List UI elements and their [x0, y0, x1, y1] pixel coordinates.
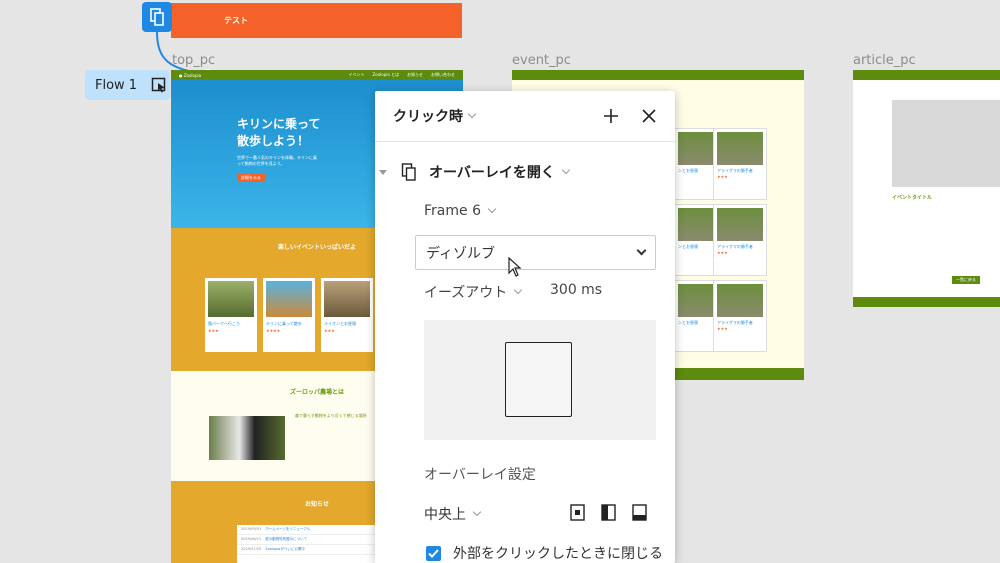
panda-image	[209, 416, 285, 460]
nav-link: お問い合わせ	[431, 72, 455, 77]
chevron-down-icon	[514, 285, 523, 295]
collapse-caret-icon[interactable]	[379, 169, 387, 175]
destination-label: Frame 6	[424, 203, 481, 219]
play-icon[interactable]	[151, 77, 167, 93]
frame-label-top-pc[interactable]: top_pc	[172, 53, 215, 68]
card-stars: ★★★	[324, 328, 335, 333]
duration-input[interactable]: 300 ms	[550, 282, 602, 298]
animation-preview	[424, 320, 656, 440]
event-card: ライオンとお昼寝 ★★★	[321, 278, 373, 352]
position-value: 中央上	[424, 507, 466, 523]
top-nav: ● Zoolopia イベント Zoolopia とは お知らせ お問い合わせ	[171, 70, 463, 80]
preview-frame	[505, 342, 572, 417]
animation-value: ディゾルブ	[426, 245, 496, 262]
test-frame-label: テスト	[224, 16, 248, 25]
interaction-panel: クリック時 オーバーレイを開く Frame 6 ディゾルブ イーズアウト 300…	[375, 91, 675, 563]
trigger-dropdown[interactable]: クリック時	[393, 106, 477, 126]
frame-label-event-pc[interactable]: event_pc	[512, 53, 571, 68]
align-center-icon[interactable]	[569, 504, 586, 521]
event-card: アライグマの勝手者 ★★★	[713, 128, 767, 200]
nav-link: お知らせ	[407, 72, 423, 77]
trigger-label: クリック時	[393, 109, 463, 125]
article-footer	[853, 297, 1000, 307]
hero-title: キリンに乗って 散歩しよう！	[237, 117, 321, 148]
prototype-start-icon[interactable]	[142, 2, 172, 32]
animation-select[interactable]: ディゾルブ	[415, 235, 656, 270]
article-image-placeholder	[892, 100, 1000, 187]
align-left-icon[interactable]	[600, 504, 617, 521]
event-card: 猿バークへ行こう ★★★	[205, 278, 257, 352]
event-card: アライグマの勝手者 ★★★	[713, 204, 767, 276]
chevron-down-icon	[487, 204, 497, 214]
event-card: アライグマの勝手者 ★★★	[713, 280, 767, 352]
action-label: オーバーレイを開く	[429, 165, 555, 181]
panel-header: クリック時	[375, 91, 675, 142]
flow-label: Flow 1	[95, 77, 138, 93]
add-icon[interactable]	[603, 108, 619, 124]
overlay-settings-heading: オーバーレイ設定	[424, 467, 536, 483]
test-frame[interactable]: テスト	[171, 3, 462, 38]
close-on-outside-option[interactable]: 外部をクリックしたときに閉じる	[426, 543, 663, 563]
article-nav	[853, 70, 1000, 80]
event-card: キリンに乗って散歩 ★★★★	[263, 278, 315, 352]
card-title: ライオンとお昼寝	[324, 321, 356, 326]
article-title: イベントタイトル	[892, 195, 933, 201]
news-row: 2019/08/11 夏の動物特別展示について	[237, 535, 377, 545]
hero-button: 詳細をみる	[237, 174, 265, 182]
news-row: 2019/07/20 Zoolopiaがついに公開中	[237, 545, 377, 555]
action-row[interactable]: オーバーレイを開く	[375, 155, 675, 189]
flow-badge[interactable]: Flow 1	[85, 70, 170, 100]
close-icon[interactable]	[641, 108, 657, 124]
chevron-down-icon	[472, 507, 482, 517]
checkmark-icon	[428, 548, 439, 558]
position-dropdown[interactable]: 中央上	[424, 504, 482, 524]
checkbox-checked[interactable]	[426, 545, 441, 561]
hero-text: 世界で一番人気のキリンを体験。キリンに乗って動物の世界を見よう。	[237, 155, 317, 166]
overlay-icon	[401, 163, 416, 181]
card-stars: ★★★★	[266, 328, 281, 333]
card-title: 猿バークへ行こう	[208, 321, 240, 326]
frame-article-pc[interactable]: イベントタイトル 一覧に戻る	[853, 70, 1000, 307]
back-button: 一覧に戻る	[952, 276, 980, 284]
align-bottom-icon[interactable]	[631, 504, 648, 521]
logo: ● Zoolopia	[179, 72, 202, 78]
mouse-cursor-icon	[508, 257, 522, 277]
card-stars: ★★★	[208, 328, 219, 333]
card-title: キリンに乗って散歩	[266, 321, 302, 326]
chevron-down-icon	[636, 245, 647, 256]
easing-value: イーズアウト	[424, 285, 508, 301]
destination-dropdown[interactable]: Frame 6	[424, 203, 497, 219]
chevron-down-icon	[467, 109, 477, 119]
about-subtitle: 森で暮らす動物をより近くで感じる場所	[295, 413, 367, 418]
nav-link: イベント	[348, 72, 365, 77]
frame-label-article-pc[interactable]: article_pc	[853, 53, 916, 68]
close-on-outside-label: 外部をクリックしたときに閉じる	[453, 546, 663, 562]
event-nav	[512, 70, 804, 80]
nav-link: Zoolopia とは	[372, 72, 400, 77]
easing-dropdown[interactable]: イーズアウト	[424, 282, 523, 302]
chevron-down-icon	[561, 165, 571, 175]
news-row: 2019/09/01 ホームページをリニューアル	[237, 525, 377, 535]
